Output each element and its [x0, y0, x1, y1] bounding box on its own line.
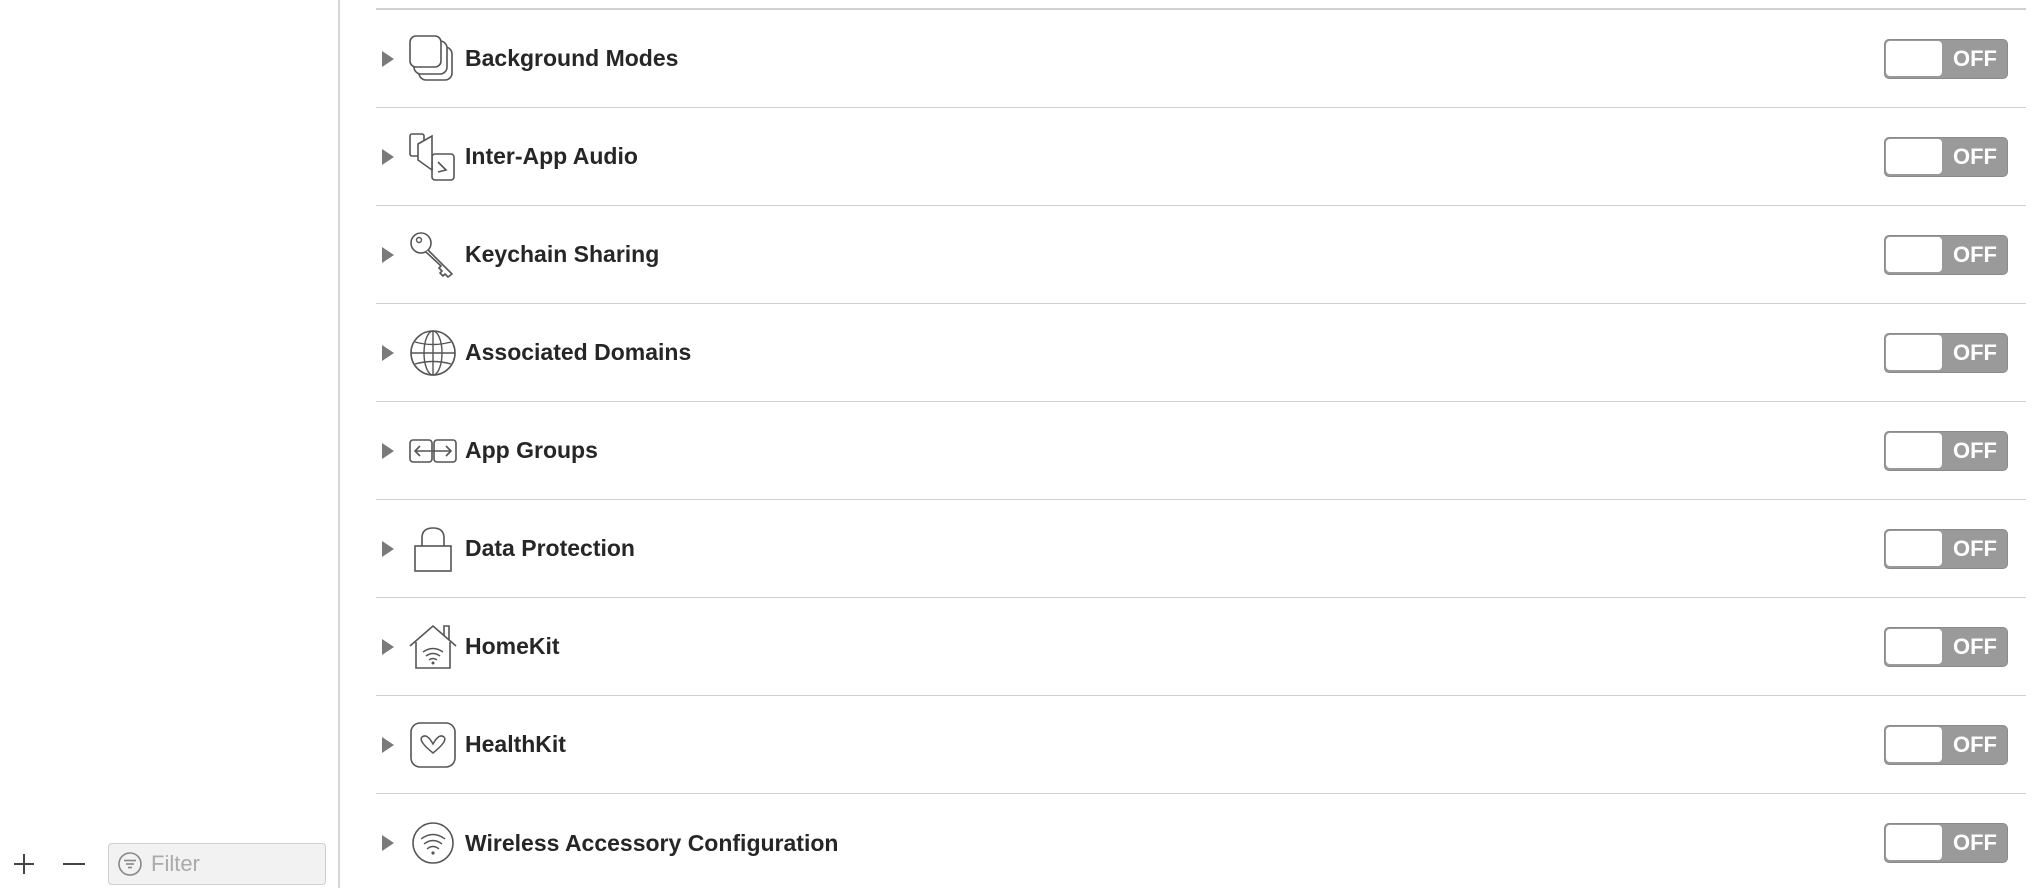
- toggle-state: OFF: [1953, 143, 1997, 169]
- capability-label: App Groups: [465, 437, 598, 463]
- wireless-icon: [408, 818, 458, 868]
- toggle-knob: [1886, 432, 1942, 468]
- plus-icon: [14, 854, 34, 874]
- capability-row-data-protection: Data Protection OFF: [376, 500, 2026, 598]
- capability-label: Wireless Accessory Configuration: [465, 829, 839, 856]
- toggle-state: OFF: [1953, 731, 1997, 757]
- capability-label: Data Protection: [465, 535, 635, 561]
- toggle-state: OFF: [1953, 535, 1997, 561]
- capability-toggle[interactable]: OFF: [1884, 430, 2008, 471]
- capability-label: Keychain Sharing: [465, 241, 660, 267]
- disclosure-triangle[interactable]: [382, 696, 402, 793]
- app-groups-icon: [408, 426, 458, 476]
- capability-row-app-groups: App Groups OFF: [376, 402, 2026, 500]
- filter-icon: [117, 851, 143, 877]
- toggle-state: OFF: [1953, 339, 1997, 365]
- capability-row-associated-domains: Associated Domains OFF: [376, 304, 2026, 402]
- disclosure-triangle-icon: [382, 50, 394, 67]
- capability-row-background-modes: Background Modes OFF: [376, 10, 2026, 108]
- disclosure-triangle-icon: [382, 344, 394, 361]
- disclosure-triangle[interactable]: [382, 794, 402, 892]
- disclosure-triangle-icon: [382, 736, 394, 753]
- capability-row-inter-app-audio: Inter-App Audio OFF: [376, 108, 2026, 206]
- disclosure-triangle-icon: [382, 638, 394, 655]
- disclosure-triangle[interactable]: [382, 402, 402, 499]
- toggle-state: OFF: [1953, 633, 1997, 659]
- remove-button[interactable]: [54, 840, 94, 888]
- capability-toggle[interactable]: OFF: [1884, 823, 2008, 863]
- toggle-knob: [1886, 628, 1942, 664]
- capability-toggle[interactable]: OFF: [1884, 136, 2008, 177]
- toggle-knob: [1886, 40, 1942, 76]
- capability-toggle[interactable]: OFF: [1884, 38, 2008, 79]
- capability-row-homekit: HomeKit OFF: [376, 598, 2026, 696]
- disclosure-triangle[interactable]: [382, 10, 402, 107]
- heart-icon: [408, 720, 458, 770]
- capability-label: Inter-App Audio: [465, 143, 638, 169]
- capability-label: HomeKit: [465, 633, 560, 659]
- toggle-state: OFF: [1953, 241, 1997, 267]
- filter-field[interactable]: [108, 843, 326, 885]
- toggle-state: OFF: [1953, 830, 1997, 855]
- toggle-knob: [1886, 236, 1942, 272]
- toggle-knob: [1886, 726, 1942, 762]
- capability-row-keychain-sharing: Keychain Sharing OFF: [376, 206, 2026, 304]
- toggle-knob: [1886, 334, 1942, 370]
- key-icon: [408, 230, 458, 280]
- disclosure-triangle[interactable]: [382, 206, 402, 303]
- toggle-knob: [1886, 825, 1942, 860]
- sidebar-footer: [0, 840, 338, 888]
- capabilities-list: Background Modes OFF Inter-App Audio OFF: [340, 0, 2038, 888]
- capability-row-wireless-accessory-configuration: Wireless Accessory Configuration OFF: [376, 794, 2026, 892]
- inter-app-audio-icon: [408, 132, 458, 182]
- toggle-state: OFF: [1953, 45, 1997, 71]
- globe-icon: [408, 328, 458, 378]
- disclosure-triangle[interactable]: [382, 598, 402, 695]
- disclosure-triangle-icon: [382, 148, 394, 165]
- capability-label: HealthKit: [465, 731, 566, 757]
- capability-toggle[interactable]: OFF: [1884, 528, 2008, 569]
- disclosure-triangle[interactable]: [382, 304, 402, 401]
- disclosure-triangle[interactable]: [382, 108, 402, 205]
- sidebar: [0, 0, 338, 888]
- disclosure-triangle-icon: [382, 246, 394, 263]
- capability-toggle[interactable]: OFF: [1884, 626, 2008, 667]
- toggle-knob: [1886, 138, 1942, 174]
- minus-icon: [63, 863, 85, 865]
- toggle-state: OFF: [1953, 437, 1997, 463]
- background-modes-icon: [408, 34, 458, 84]
- toggle-knob: [1886, 530, 1942, 566]
- disclosure-triangle-icon: [382, 835, 394, 851]
- capability-toggle[interactable]: OFF: [1884, 234, 2008, 275]
- filter-input[interactable]: [149, 850, 323, 878]
- capability-label: Background Modes: [465, 45, 679, 71]
- disclosure-triangle[interactable]: [382, 500, 402, 597]
- home-icon: [408, 622, 458, 672]
- disclosure-triangle-icon: [382, 442, 394, 459]
- capability-label: Associated Domains: [465, 339, 692, 365]
- capability-toggle[interactable]: OFF: [1884, 724, 2008, 765]
- capability-row-healthkit: HealthKit OFF: [376, 696, 2026, 794]
- lock-icon: [408, 524, 458, 574]
- disclosure-triangle-icon: [382, 540, 394, 557]
- add-button[interactable]: [4, 840, 44, 888]
- capability-toggle[interactable]: OFF: [1884, 332, 2008, 373]
